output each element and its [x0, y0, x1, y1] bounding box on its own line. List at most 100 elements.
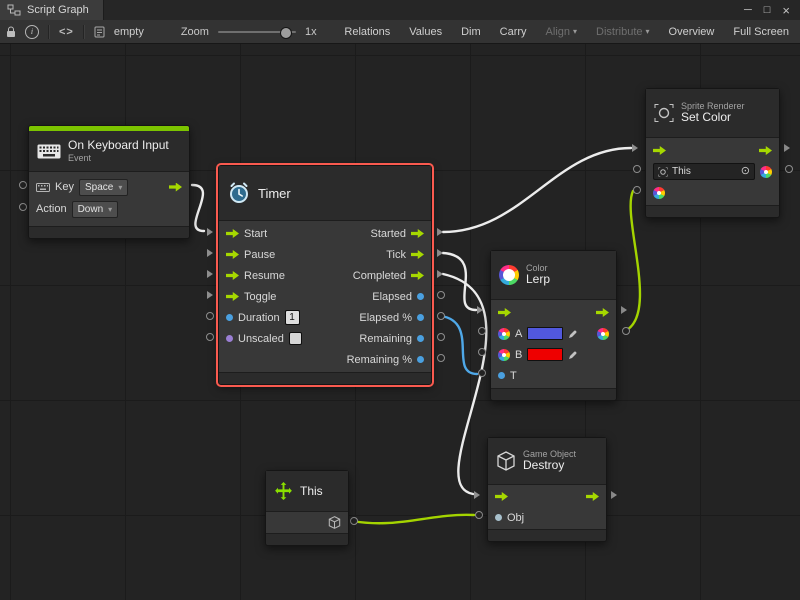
port-key-input[interactable]: [19, 181, 27, 189]
port-destroy-obj[interactable]: [475, 511, 483, 519]
flow-input-port[interactable]: [495, 492, 508, 501]
port-destroy-flow-in[interactable]: [474, 491, 480, 499]
value-output-port[interactable]: [417, 335, 424, 342]
flow-output-port[interactable]: [586, 492, 599, 501]
color-port-icon[interactable]: [498, 349, 510, 361]
info-icon[interactable]: i: [25, 25, 39, 39]
port-timer-remaining-pct[interactable]: [437, 354, 445, 362]
port-timer-elapsed[interactable]: [437, 291, 445, 299]
chevron-down-icon: ▾: [108, 205, 112, 214]
port-timer-pause[interactable]: [207, 249, 213, 257]
port-setcolor-flow-in[interactable]: [632, 144, 638, 152]
color-input-port[interactable]: [653, 187, 665, 199]
flow-input-port[interactable]: [226, 250, 239, 259]
zoom-slider[interactable]: [218, 31, 296, 33]
node-set-color[interactable]: Sprite Renderer Set Color This ⊙: [645, 88, 780, 218]
port-action-input[interactable]: [19, 203, 27, 211]
node-destroy[interactable]: Game Object Destroy Obj: [487, 437, 607, 542]
port-timer-duration[interactable]: [206, 312, 214, 320]
port-destroy-flow-out[interactable]: [611, 491, 617, 499]
align-button[interactable]: Align ▾: [541, 24, 582, 40]
node-this[interactable]: This: [265, 470, 349, 546]
node-title: Timer: [258, 186, 291, 201]
port-lerp-result[interactable]: [622, 327, 630, 335]
port-lerp-b[interactable]: [478, 348, 486, 356]
maximize-icon[interactable]: □: [764, 4, 771, 16]
flow-input-port[interactable]: [226, 229, 239, 238]
overview-button[interactable]: Overview: [664, 24, 720, 40]
value-output-port[interactable]: [417, 314, 424, 321]
flow-input-port[interactable]: [226, 271, 239, 280]
value-output-port[interactable]: [417, 293, 424, 300]
node-footer: [29, 226, 189, 238]
lock-icon[interactable]: [6, 26, 16, 38]
zoom-slider-handle[interactable]: [280, 27, 292, 39]
carry-button[interactable]: Carry: [495, 24, 532, 40]
port-setcolor-color[interactable]: [633, 186, 641, 194]
port-this-out[interactable]: [350, 517, 358, 525]
value-input-port[interactable]: [495, 514, 502, 521]
port-timer-resume[interactable]: [207, 270, 213, 278]
color-port-icon[interactable]: [498, 328, 510, 340]
port-timer-elapsed-pct[interactable]: [437, 312, 445, 320]
flow-output-port[interactable]: [596, 308, 609, 317]
close-icon[interactable]: ×: [782, 3, 790, 18]
object-picker-icon[interactable]: ⊙: [741, 166, 750, 177]
relations-button[interactable]: Relations: [339, 24, 395, 40]
keyboard-icon: [37, 144, 61, 159]
distribute-button[interactable]: Distribute ▾: [591, 24, 654, 40]
port-timer-tick[interactable]: [437, 249, 443, 257]
port-timer-remaining[interactable]: [437, 333, 445, 341]
port-lerp-flow-out[interactable]: [621, 306, 627, 314]
port-lerp-a[interactable]: [478, 327, 486, 335]
port-timer-start[interactable]: [207, 228, 213, 236]
node-timer[interactable]: Timer Start Started Pause Tick Resume Co…: [218, 165, 432, 385]
color-b-swatch[interactable]: [527, 348, 563, 361]
dim-button[interactable]: Dim: [456, 24, 486, 40]
node-color-lerp[interactable]: Color Lerp A B: [490, 250, 617, 401]
minimize-icon[interactable]: ─: [744, 4, 752, 16]
eyedropper-icon[interactable]: [568, 329, 578, 339]
port-setcolor-flow-out[interactable]: [784, 144, 790, 152]
flow-output-port[interactable]: [759, 146, 772, 155]
full-screen-button[interactable]: Full Screen: [728, 24, 794, 40]
flow-output-port[interactable]: [411, 250, 424, 259]
unscaled-checkbox[interactable]: [289, 332, 302, 345]
port-lerp-t[interactable]: [478, 369, 486, 377]
value-output-port[interactable]: [417, 356, 424, 363]
flow-output-port[interactable]: [411, 271, 424, 280]
flow-input-port[interactable]: [226, 292, 239, 301]
port-lerp-flow-in[interactable]: [477, 306, 483, 314]
target-object-field[interactable]: This ⊙: [653, 163, 755, 180]
renderer-output-port[interactable]: [760, 166, 772, 178]
value-input-port[interactable]: [226, 314, 233, 321]
duration-field[interactable]: 1: [285, 310, 300, 325]
cube-output-port[interactable]: [328, 516, 341, 529]
port-timer-started[interactable]: [437, 228, 443, 236]
graph-canvas[interactable]: On Keyboard Input Event Key Space ▾ Acti…: [0, 44, 800, 600]
wire-keyboard-to-timer-start: [192, 185, 204, 231]
flow-output-port[interactable]: [169, 183, 182, 192]
port-setcolor-renderer-out[interactable]: [785, 165, 793, 173]
color-a-swatch[interactable]: [527, 327, 563, 340]
flow-input-port[interactable]: [653, 146, 666, 155]
code-view-icon[interactable]: <>: [59, 26, 74, 38]
color-result-port[interactable]: [597, 328, 609, 340]
sprite-renderer-icon: [654, 103, 674, 123]
flow-input-port[interactable]: [498, 308, 511, 317]
key-dropdown[interactable]: Space ▾: [79, 179, 128, 196]
value-input-port[interactable]: [498, 372, 505, 379]
flow-output-port[interactable]: [411, 229, 424, 238]
port-timer-unscaled[interactable]: [206, 333, 214, 341]
graph-name-label: empty: [114, 26, 144, 38]
port-timer-toggle[interactable]: [207, 291, 213, 299]
tab-script-graph[interactable]: Script Graph: [0, 0, 104, 20]
port-timer-completed[interactable]: [437, 270, 443, 278]
value-input-port[interactable]: [226, 335, 233, 342]
port-setcolor-target[interactable]: [633, 165, 641, 173]
node-on-keyboard-input[interactable]: On Keyboard Input Event Key Space ▾ Acti…: [28, 125, 190, 239]
eyedropper-icon[interactable]: [568, 350, 578, 360]
values-button[interactable]: Values: [404, 24, 447, 40]
action-dropdown[interactable]: Down ▾: [72, 201, 119, 218]
node-footer: [491, 388, 616, 400]
